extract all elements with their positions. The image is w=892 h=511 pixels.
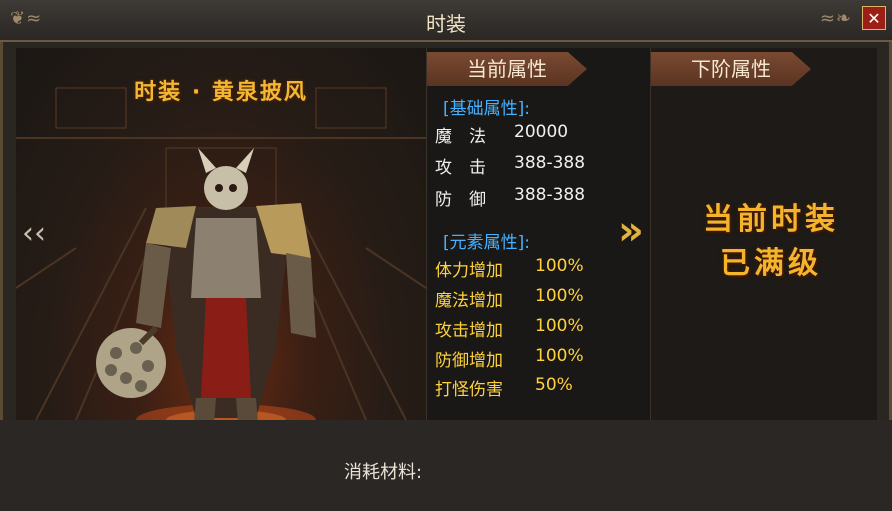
attr-key: 体力增加 (435, 261, 503, 281)
close-button[interactable]: ✕ (862, 6, 886, 30)
costume-name: 时装 · 黄泉披风 (134, 80, 308, 105)
attr-key: 攻击增加 (435, 321, 503, 341)
attr-value: 20000 (514, 122, 569, 142)
close-icon: ✕ (867, 9, 881, 28)
tab-next-attributes[interactable]: 下阶属性 (651, 52, 811, 86)
attr-key: 魔法增加 (435, 291, 503, 311)
max-level-message: 当前时装 已满级 (671, 198, 871, 286)
character-preview: 时装 · 黄泉披风 ‹‹ (16, 48, 426, 420)
chevron-left-icon[interactable]: ‹‹ (22, 216, 46, 251)
max-level-line1: 当前时装 (703, 202, 839, 237)
attr-value: 388-388 (514, 153, 586, 173)
attr-value: 100% (535, 286, 584, 306)
base-attributes-label: [基础属性]: (443, 99, 530, 119)
title-bar: ❦≈ ≈❧ 时装 ✕ (0, 0, 892, 42)
attr-value: 100% (535, 256, 584, 276)
attr-key: 攻 击 (435, 158, 486, 178)
consume-materials-label: 消耗材料: (344, 462, 423, 483)
double-chevron-right-icon: » (618, 208, 644, 254)
character-model (96, 148, 316, 420)
attr-value: 388-388 (514, 185, 586, 205)
attr-value: 50% (535, 375, 573, 395)
next-attributes-panel: 下阶属性 当前时装 已满级 (650, 48, 877, 420)
attr-key: 打怪伤害 (435, 380, 503, 400)
materials-area: 消耗材料: (0, 420, 892, 511)
window-title: 时装 (426, 12, 466, 36)
max-level-line2: 已满级 (720, 246, 822, 281)
attr-key: 防 御 (435, 190, 486, 210)
element-attributes-label: [元素属性]: (443, 233, 530, 253)
attr-key: 魔 法 (435, 127, 486, 147)
attr-value: 100% (535, 346, 584, 366)
attr-value: 100% (535, 316, 584, 336)
tab-current-attributes[interactable]: 当前属性 (427, 52, 587, 86)
attr-key: 防御增加 (435, 351, 503, 371)
